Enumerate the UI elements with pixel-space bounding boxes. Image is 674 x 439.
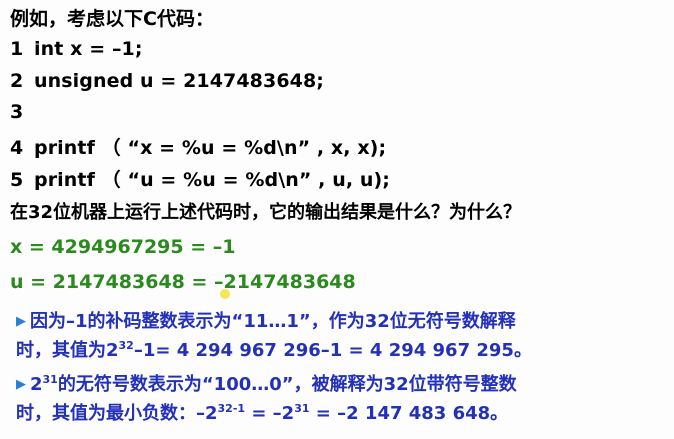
explanation-1-text-a: 因为–1的补码整数表示为“11…1”，作为32位无符号数解释 — [30, 311, 516, 332]
exponent: 32 — [118, 339, 134, 352]
code-line-2: 2 unsigned u = 2147483648; — [10, 70, 324, 92]
code-line-4: 4 printf （ “x = %u = %d\n” , x, x); — [10, 133, 386, 160]
answer-u: u = 2147483648 = –2147483648 — [10, 271, 356, 293]
explanation-2-text-c: 时，其值为最小负数：–2 — [16, 403, 218, 424]
code-line-number: 4 — [10, 137, 24, 159]
exponent: 31 — [294, 402, 310, 415]
explanation-2-text-a: 2 — [30, 374, 43, 395]
explanation-2-text-e: = –2 147 483 648。 — [309, 403, 509, 424]
code-line-text: int x = –1; — [34, 38, 143, 60]
explanation-1-text-b: 时，其值为2 — [16, 340, 119, 361]
triangle-bullet-icon: ▶ — [16, 314, 26, 329]
pointer-highlight-icon — [220, 289, 230, 299]
code-line-text: printf （ “u = %u = %d\n” , u, u); — [34, 169, 390, 191]
code-line-number: 3 — [10, 101, 24, 123]
explanation-2-text-b: 的无符号数表示为“100…0”，被解释为32位带符号整数 — [57, 374, 517, 395]
code-line-number: 1 — [10, 38, 24, 60]
question-text: 在32位机器上运行上述代码时，它的输出结果是什么？为什么？ — [10, 202, 522, 223]
exponent: 32-1 — [217, 402, 246, 415]
explanation-1: ▶ 因为–1的补码整数表示为“11…1”，作为32位无符号数解释 时，其值为232… — [16, 307, 532, 365]
explanation-1-line-2: 时，其值为232–1= 4 294 967 296–1 = 4 294 967 … — [16, 336, 532, 365]
explanation-2: ▶ 231的无符号数表示为“100…0”，被解释为32位带符号整数 时，其值为最小… — [16, 370, 517, 428]
exponent: 31 — [42, 373, 58, 386]
code-line-number: 2 — [10, 70, 24, 92]
answer-x: x = 4294967295 = –1 — [10, 236, 236, 258]
code-line-3: 3 — [10, 101, 34, 123]
explanation-2-line-1: ▶ 231的无符号数表示为“100…0”，被解释为32位带符号整数 — [16, 370, 517, 399]
intro-text: 例如，考虑以下C代码： — [10, 8, 214, 30]
explanation-2-text-d: = –2 — [245, 403, 295, 424]
code-line-1: 1 int x = –1; — [10, 38, 143, 60]
code-line-5: 5 printf （ “u = %u = %d\n” , u, u); — [10, 165, 390, 192]
code-line-number: 5 — [10, 169, 24, 191]
explanation-1-text-c: –1= 4 294 967 296–1 = 4 294 967 295。 — [133, 340, 532, 361]
code-line-text: unsigned u = 2147483648; — [34, 70, 324, 92]
slide: 例如，考虑以下C代码： 1 int x = –1; 2 unsigned u = 2… — [0, 0, 674, 439]
explanation-1-line-1: ▶ 因为–1的补码整数表示为“11…1”，作为32位无符号数解释 — [16, 307, 532, 336]
explanation-2-line-2: 时，其值为最小负数：–232-1 = –231 = –2 147 483 648… — [16, 399, 517, 428]
triangle-bullet-icon: ▶ — [16, 377, 26, 392]
code-line-text: printf （ “x = %u = %d\n” , x, x); — [34, 137, 387, 159]
